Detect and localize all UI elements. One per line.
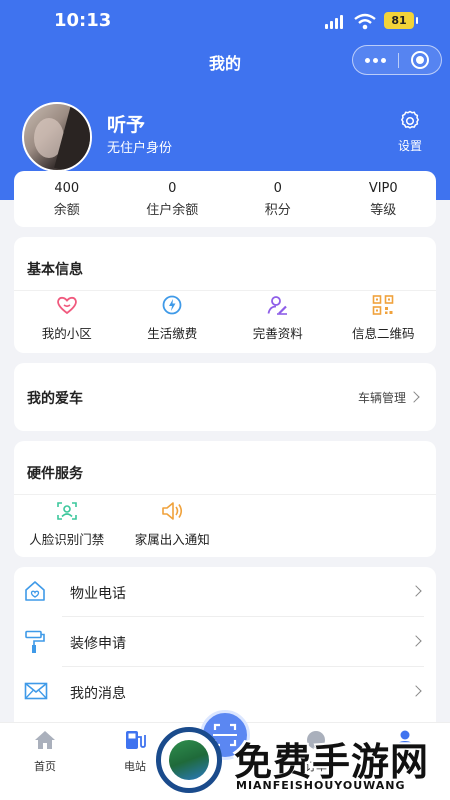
stat-label: 余额 <box>53 203 80 218</box>
avatar[interactable] <box>22 102 92 172</box>
my-car-title: 我的爱车 <box>27 391 83 407</box>
battery-indicator: 81 <box>384 12 418 29</box>
wifi-icon <box>354 13 376 30</box>
grid-item-face-access[interactable]: 人脸识别门禁 <box>14 501 120 548</box>
miniapp-capsule <box>352 45 442 75</box>
stat-value: VIP0 <box>368 181 398 196</box>
cellular-signal-icon <box>325 15 347 29</box>
qrcode-icon <box>372 295 394 315</box>
chevron-right-icon <box>410 685 422 697</box>
grid-item-complete-profile[interactable]: 完善资料 <box>225 295 331 342</box>
list-item-label: 我的消息 <box>70 686 126 702</box>
my-car-card[interactable]: 我的爱车 车辆管理 <box>14 363 436 431</box>
close-miniapp-icon[interactable] <box>411 51 429 69</box>
home-icon <box>35 731 55 749</box>
grid-item-family-notification[interactable]: 家属出入通知 <box>120 501 226 548</box>
grid-item-label: 人脸识别门禁 <box>29 532 105 547</box>
stat-label: 住户余额 <box>146 203 199 218</box>
user-role: 无住户身份 <box>107 141 173 156</box>
charging-station-icon <box>126 731 146 749</box>
user-edit-icon <box>267 296 287 315</box>
user-name: 听予 <box>107 114 146 136</box>
more-icon[interactable] <box>353 46 398 74</box>
face-scan-icon <box>56 502 77 520</box>
grid-item-my-community[interactable]: 我的小区 <box>14 295 120 342</box>
stat-points[interactable]: 0 积分 <box>225 171 331 227</box>
stat-resident-balance[interactable]: 0 住户余额 <box>120 171 226 227</box>
heart-home-icon <box>56 296 77 315</box>
mail-icon <box>24 682 48 700</box>
hardware-services-card: 硬件服务 人脸识别门禁 家属出入通知 <box>14 441 436 557</box>
grid-item-label: 我的小区 <box>41 326 92 341</box>
list-item-label: 装修申请 <box>70 636 126 652</box>
watermark-title: 免费手游网 <box>234 740 430 784</box>
list-item-label: 物业电话 <box>70 586 126 602</box>
stat-value: 0 <box>273 181 282 196</box>
grid-item-utility-payment[interactable]: 生活缴费 <box>120 295 226 342</box>
chevron-right-icon <box>410 585 422 597</box>
stat-value: 0 <box>168 181 177 196</box>
grid-item-info-qrcode[interactable]: 信息二维码 <box>331 295 437 342</box>
chevron-right-icon <box>408 391 420 403</box>
stat-value: 400 <box>54 181 80 196</box>
speaker-icon <box>162 502 183 520</box>
tab-home[interactable]: 首页 <box>10 729 80 774</box>
stat-label: 积分 <box>264 203 291 218</box>
section-title: 基本信息 <box>27 262 83 278</box>
lightning-icon <box>162 295 182 315</box>
site-watermark: 免费手游网 MIANFEISHOUYOUWANG <box>156 727 450 800</box>
basic-info-card: 基本信息 我的小区 生活缴费 完善资料 信息二维码 <box>14 237 436 353</box>
house-icon <box>25 581 45 601</box>
profile-header: 10:13 81 我的 听予 无住户身份 设置 <box>0 0 450 200</box>
list-item-property-phone[interactable]: 物业电话 <box>14 567 436 617</box>
tab-label: 首页 <box>34 760 56 773</box>
paint-roller-icon <box>25 630 45 653</box>
grid-item-label: 信息二维码 <box>351 326 415 341</box>
vehicle-management-link[interactable]: 车辆管理 <box>358 389 406 406</box>
status-time: 10:13 <box>54 10 112 31</box>
watermark-subtitle: MIANFEISHOUYOUWANG <box>236 779 406 792</box>
settings-label[interactable]: 设置 <box>386 137 434 154</box>
stat-balance[interactable]: 400 余额 <box>14 171 120 227</box>
grid-item-label: 生活缴费 <box>147 326 198 341</box>
list-item-renovation-request[interactable]: 装修申请 <box>14 617 436 667</box>
status-bar: 10:13 81 <box>0 10 450 34</box>
grid-item-label: 完善资料 <box>252 326 303 341</box>
stat-label: 等级 <box>370 203 397 218</box>
stats-bar: 400 余额 0 住户余额 0 积分 VIP0 等级 <box>14 171 436 227</box>
gear-icon[interactable] <box>396 109 424 133</box>
section-title: 硬件服务 <box>27 466 83 482</box>
chevron-right-icon <box>410 635 422 647</box>
grid-item-label: 家属出入通知 <box>134 532 210 547</box>
watermark-logo <box>156 727 222 793</box>
stat-level[interactable]: VIP0 等级 <box>331 171 437 227</box>
